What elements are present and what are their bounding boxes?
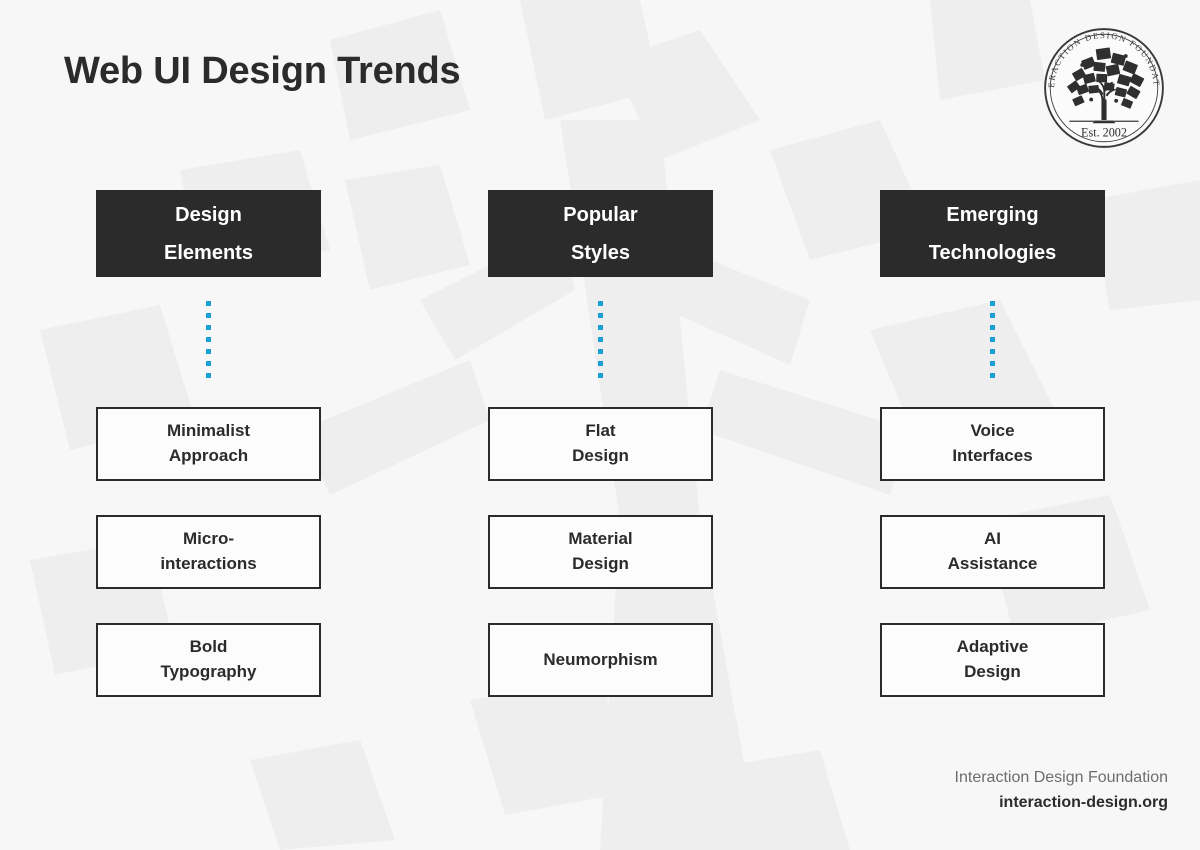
connector-design-elements (96, 277, 321, 407)
column-header-design-elements[interactable]: Design Elements (96, 190, 321, 277)
item-material-design[interactable]: Material Design (488, 515, 713, 589)
item-micro-interactions[interactable]: Micro- interactions (96, 515, 321, 589)
item-bold-typography[interactable]: Bold Typography (96, 623, 321, 697)
dotted-line-icon (990, 301, 995, 383)
column-header-line1: Popular (563, 203, 638, 226)
connector-popular-styles (488, 277, 713, 407)
item-adaptive-design[interactable]: Adaptive Design (880, 623, 1105, 697)
column-popular-styles: Popular Styles Flat Design Material Desi… (488, 190, 713, 731)
item-label-line1: Neumorphism (543, 649, 658, 669)
item-ai-assistance[interactable]: AI Assistance (880, 515, 1105, 589)
interaction-design-foundation-logo: INTERACTION DESIGN FOUNDATION (1040, 24, 1164, 148)
item-label-line2: Interfaces (952, 446, 1033, 465)
item-neumorphism[interactable]: Neumorphism (488, 623, 713, 697)
footer-organization: Interaction Design Foundation (954, 769, 1168, 787)
item-label-line2: interactions (160, 554, 257, 573)
item-label-line2: Typography (160, 662, 257, 681)
column-header-line2: Styles (571, 241, 630, 264)
footer-website[interactable]: interaction-design.org (955, 791, 1168, 816)
column-header-line1: Emerging (946, 203, 1039, 226)
item-label-line1: Adaptive (956, 637, 1029, 657)
item-label-line1: Minimalist (166, 421, 251, 441)
column-header-line1: Design (175, 203, 242, 226)
item-label-line2: Design (572, 446, 629, 465)
slide-canvas: Web UI Design Trends INTERACTION DESIGN … (0, 0, 1200, 850)
item-label-line2: Approach (168, 446, 249, 465)
dotted-line-icon (206, 301, 211, 383)
item-label-line2: Assistance (947, 554, 1038, 573)
connector-emerging-technologies (880, 277, 1105, 407)
dotted-line-icon (598, 301, 603, 383)
logo-established-text: Est. 2002 (1081, 126, 1127, 140)
column-emerging-technologies: Emerging Technologies Voice Interfaces A… (880, 190, 1105, 731)
item-voice-interfaces[interactable]: Voice Interfaces (880, 407, 1105, 481)
item-label-line1: Flat (585, 421, 616, 441)
item-label-line1: Micro- (182, 529, 234, 549)
column-header-popular-styles[interactable]: Popular Styles (488, 190, 713, 277)
item-label-line2: Design (572, 554, 629, 573)
column-design-elements: Design Elements Minimalist Approach Micr… (96, 190, 321, 731)
column-header-line2: Technologies (928, 241, 1057, 264)
item-minimalist-approach[interactable]: Minimalist Approach (96, 407, 321, 481)
column-header-line2: Elements (164, 241, 253, 264)
item-label-line1: Material (568, 529, 633, 549)
item-flat-design[interactable]: Flat Design (488, 407, 713, 481)
footer: Interaction Design Foundation interactio… (955, 766, 1168, 816)
column-header-emerging-technologies[interactable]: Emerging Technologies (880, 190, 1105, 277)
item-label-line1: AI (984, 529, 1001, 549)
page-title: Web UI Design Trends (64, 50, 461, 92)
item-label-line1: Voice (970, 421, 1015, 441)
item-label-line2: Design (964, 662, 1021, 681)
item-label-line1: Bold (189, 637, 228, 657)
